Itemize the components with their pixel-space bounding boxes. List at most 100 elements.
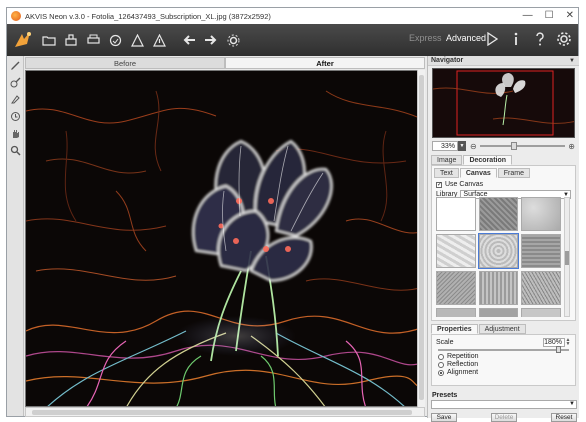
express-mode-link[interactable]: Express [409,33,442,43]
use-canvas-checkbox[interactable]: ✓ [436,181,442,188]
app-window: AKVIS Neon v.3.0 - Fotolia_126437493_Sub… [6,7,579,422]
use-canvas-row: ✓ Use Canvas [436,181,571,188]
zoom-tool-icon[interactable] [9,144,22,157]
texture-swatch[interactable] [436,271,476,305]
texture-swatch[interactable] [521,271,561,305]
presets-section: Presets ▼ [431,392,577,409]
left-tool-bar [7,56,24,416]
open-icon[interactable] [40,31,58,49]
tab-after[interactable]: After [225,57,425,69]
texture-swatch[interactable] [436,308,476,317]
minimize-button[interactable]: — [523,10,533,22]
hand-tool-icon[interactable] [9,127,22,140]
presets-select[interactable]: ▼ [431,400,577,409]
zoom-row: 33% ▼ ⊖ ⊕ [432,140,575,152]
run-icon[interactable] [484,30,500,48]
texture-swatch[interactable] [436,234,476,268]
tab-frame[interactable]: Frame [497,168,530,178]
radio-reflection-row[interactable]: Reflection [438,361,571,368]
texture-swatch[interactable] [477,233,520,269]
use-canvas-label: Use Canvas [445,181,484,188]
texture-swatch[interactable] [478,271,519,305]
gear-icon[interactable] [556,30,572,48]
tab-canvas[interactable]: Canvas [459,168,497,178]
navigator-preview[interactable] [432,68,575,138]
tab-text[interactable]: Text [434,168,459,178]
texture-swatch[interactable] [436,197,476,231]
neon-logo-icon [12,29,34,51]
texture-swatch[interactable] [521,234,561,268]
radio-reflection-label: Reflection [447,361,479,368]
settings-panel: Navigator ▼ 33% ▼ ⊖ ⊕ Image Decoration T… [427,56,579,422]
main-tabs: Image Decoration [431,155,579,165]
canvas-vertical-scrollbar[interactable] [417,70,425,407]
presets-title: Presets [432,392,458,399]
zoom-in-icon[interactable]: ⊕ [568,142,575,151]
info-icon[interactable] [508,30,524,48]
main-toolbar: Express Advanced [7,24,578,56]
batch-icon[interactable] [128,31,146,49]
back-icon[interactable] [180,31,198,49]
horizontal-scroll-thumb[interactable] [32,410,412,415]
tab-decoration[interactable]: Decoration [463,155,513,165]
radio-repetition-label: Repetition [447,353,479,360]
window-title: AKVIS Neon v.3.0 - Fotolia_126437493_Sub… [25,11,271,21]
image-canvas[interactable] [25,70,425,407]
brush-tool-icon[interactable] [9,76,22,89]
radio-repetition-row[interactable]: Repetition [438,353,571,360]
texture-swatch[interactable] [521,197,561,231]
zoom-slider[interactable] [479,142,566,150]
vertical-scroll-thumb[interactable] [419,75,424,400]
decoration-sub-tabs: Text Canvas Frame [434,168,575,178]
navigator-title: Navigator [431,57,464,64]
app-logo-icon [11,11,21,21]
scale-label: Scale [436,339,454,346]
decoration-tab-body: Text Canvas Frame ✓ Use Canvas Library S… [431,165,576,321]
save-icon[interactable] [62,31,80,49]
texture-swatch[interactable] [478,308,519,317]
share-icon[interactable] [106,31,124,49]
tab-properties[interactable]: Properties [431,324,478,334]
radio-reflection[interactable] [438,361,444,368]
history-brush-icon[interactable] [9,110,22,123]
brush-icon[interactable] [150,31,168,49]
zoom-slider-handle[interactable] [510,142,517,150]
tab-before[interactable]: Before [25,57,225,69]
print-icon[interactable] [84,31,102,49]
tab-adjustment[interactable]: Adjustment [478,324,526,334]
title-bar: AKVIS Neon v.3.0 - Fotolia_126437493_Sub… [7,8,578,24]
before-after-tabs: Before After [25,57,425,69]
eraser-tool-icon[interactable] [9,93,22,106]
radio-alignment[interactable] [438,369,444,376]
properties-body: Scale 180% ▲ ▼ Repetition Reflection Alig… [431,334,576,386]
texture-swatch[interactable] [478,197,519,231]
close-button[interactable]: ✕ [566,10,574,22]
zoom-value[interactable]: 33% [432,141,458,151]
texture-grid-scrollbar[interactable] [564,197,570,317]
radio-repetition[interactable] [438,353,444,360]
radio-alignment-label: Alignment [447,369,479,376]
forward-icon[interactable] [202,31,220,49]
scale-value[interactable]: 180% [543,338,565,347]
toolbar-right-icons [484,30,572,48]
scale-slider-handle[interactable] [555,346,561,353]
texture-scroll-thumb[interactable] [565,251,569,265]
help-icon[interactable] [532,30,548,48]
texture-swatch[interactable] [521,308,561,317]
texture-grid [436,197,561,317]
scale-slider[interactable] [438,346,569,353]
tab-image[interactable]: Image [431,155,463,165]
navigator-collapse-icon[interactable]: ▼ [569,56,575,66]
scale-spinner-icon[interactable]: ▲ ▼ [565,338,571,347]
zoom-dropdown-icon[interactable]: ▼ [458,141,466,151]
property-tabs: Properties Adjustment [431,324,579,334]
stroke-tool-icon[interactable] [9,59,22,72]
radio-alignment-row[interactable]: Alignment [438,369,571,376]
maximize-button[interactable]: ☐ [545,10,554,22]
advanced-mode-link[interactable]: Advanced [446,33,486,43]
canvas-horizontal-scrollbar[interactable] [25,407,425,417]
settings-gear-icon[interactable] [224,31,242,49]
zoom-out-icon[interactable]: ⊖ [470,142,477,151]
navigator-header: Navigator ▼ [428,56,579,66]
window-controls: — ☐ ✕ [523,10,574,22]
